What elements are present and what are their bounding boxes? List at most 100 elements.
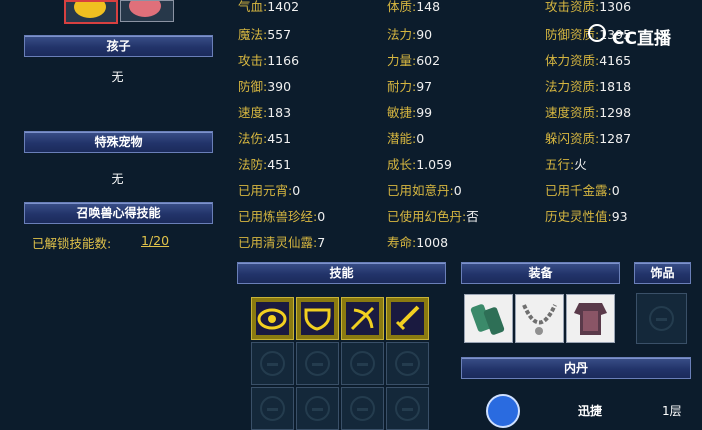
stat-item: 防御:390 — [238, 76, 291, 95]
empty-slot-icon — [350, 396, 375, 421]
stat-label: 寿命: — [387, 235, 417, 250]
stat-label: 五行: — [545, 157, 575, 172]
empty-slot-icon — [649, 306, 674, 331]
stat-label: 成长: — [387, 157, 417, 172]
skill-slot[interactable] — [296, 297, 339, 340]
stat-value: 4165 — [599, 53, 632, 68]
equipment-slot-armor[interactable] — [566, 294, 615, 343]
stat-label: 法力资质: — [545, 79, 600, 94]
skill-slot-empty[interactable] — [386, 342, 429, 385]
stat-label: 已使用幻色丹: — [387, 209, 467, 224]
stat-label: 耐力: — [387, 79, 417, 94]
stat-label: 已用元宵: — [238, 183, 293, 198]
empty-slot-icon — [305, 396, 330, 421]
eye-skill-icon — [256, 302, 289, 335]
stat-value: 451 — [267, 157, 292, 172]
jade-collar-icon — [470, 304, 505, 335]
stat-value: 90 — [416, 27, 433, 42]
stat-label: 攻击资质: — [545, 0, 600, 14]
stat-item: 已用元宵:0 — [238, 180, 300, 199]
stat-label: 气血: — [238, 0, 268, 14]
stat-label: 速度资质: — [545, 105, 600, 120]
stat-value: 93 — [611, 209, 628, 224]
skill-slot-empty[interactable] — [251, 342, 294, 385]
unlocked-skills-value[interactable]: 1/20 — [141, 233, 169, 248]
stat-value: 0 — [292, 183, 301, 198]
equipment-header: 装备 — [461, 262, 620, 284]
stat-item: 法力资质:1818 — [545, 76, 631, 95]
skill-slot-empty[interactable] — [296, 342, 339, 385]
stat-item: 敏捷:99 — [387, 102, 432, 121]
pet-thumbnail-1[interactable] — [64, 0, 118, 24]
inner-pill-icon[interactable] — [486, 394, 520, 428]
unlocked-skills-label: 已解锁技能数: — [32, 236, 112, 251]
stat-item: 气血:1402 — [238, 0, 299, 15]
stat-value: 1008 — [416, 235, 449, 250]
stat-value: 1.059 — [416, 157, 453, 172]
stat-label: 攻击: — [238, 53, 268, 68]
empty-slot-icon — [260, 351, 285, 376]
skill-slot-empty[interactable] — [296, 387, 339, 430]
shield-skill-icon — [301, 302, 334, 335]
stat-item: 已使用幻色丹:否 — [387, 206, 479, 225]
empty-slot-icon — [260, 396, 285, 421]
child-value: 无 — [111, 70, 124, 84]
inner-pill-header: 内丹 — [461, 357, 691, 379]
stat-label: 敏捷: — [387, 105, 417, 120]
stat-label: 法防: — [238, 157, 268, 172]
stat-value: 97 — [416, 79, 433, 94]
stat-value: 1166 — [267, 53, 300, 68]
equipment-slot-necklace[interactable] — [515, 294, 564, 343]
stat-value: 7 — [317, 235, 326, 250]
empty-slot-icon — [395, 351, 420, 376]
stat-item: 法力:90 — [387, 24, 432, 43]
stat-item: 耐力:97 — [387, 76, 432, 95]
stat-value: 1298 — [599, 105, 632, 120]
skill-slot[interactable] — [386, 297, 429, 340]
equipment-slot-collar[interactable] — [464, 294, 513, 343]
stat-item: 速度:183 — [238, 102, 291, 121]
stat-item: 躲闪资质:1287 — [545, 128, 631, 147]
stat-value: 148 — [416, 0, 441, 14]
skill-slot-empty[interactable] — [386, 387, 429, 430]
stat-label: 力量: — [387, 53, 417, 68]
stat-item: 已用千金露:0 — [545, 180, 620, 199]
stat-value: 1402 — [267, 0, 300, 14]
bow-skill-icon — [346, 302, 379, 335]
stat-value: 0 — [453, 183, 462, 198]
stat-item: 法伤:451 — [238, 128, 291, 147]
skill-slot[interactable] — [251, 297, 294, 340]
special-pet-value: 无 — [111, 172, 124, 186]
stat-value: 557 — [267, 27, 292, 42]
skill-slot-empty[interactable] — [341, 342, 384, 385]
stat-label: 法伤: — [238, 131, 268, 146]
cc-logo-icon — [588, 24, 606, 42]
stat-item: 潜能:0 — [387, 128, 424, 147]
stat-value: 390 — [267, 79, 292, 94]
watermark-text: CC直播 — [612, 29, 671, 49]
pet-portrait-icon — [74, 2, 106, 18]
stat-label: 已用如意丹: — [387, 183, 454, 198]
stat-value: 0 — [611, 183, 620, 198]
stat-item: 历史灵性值:93 — [545, 206, 628, 225]
insight-skills-header: 召唤兽心得技能 — [24, 202, 213, 224]
stat-item: 速度资质:1298 — [545, 102, 631, 121]
child-header: 孩子 — [24, 35, 213, 57]
stat-label: 潜能: — [387, 131, 417, 146]
skill-slot-empty[interactable] — [341, 387, 384, 430]
stat-item: 攻击资质:1306 — [545, 0, 631, 15]
skill-slot-empty[interactable] — [251, 387, 294, 430]
stat-value: 451 — [267, 131, 292, 146]
stat-label: 历史灵性值: — [545, 209, 612, 224]
stat-item: 力量:602 — [387, 50, 440, 69]
stat-item: 法防:451 — [238, 154, 291, 173]
stat-item: 魔法:557 — [238, 24, 291, 43]
stat-item: 已用炼兽珍经:0 — [238, 206, 325, 225]
pet-thumbnail-2[interactable] — [120, 0, 174, 22]
accessory-slot[interactable] — [636, 293, 687, 344]
stat-label: 法力: — [387, 27, 417, 42]
armor-icon — [574, 303, 607, 335]
skill-slot[interactable] — [341, 297, 384, 340]
stat-label: 魔法: — [238, 27, 268, 42]
stat-label: 体力资质: — [545, 53, 600, 68]
